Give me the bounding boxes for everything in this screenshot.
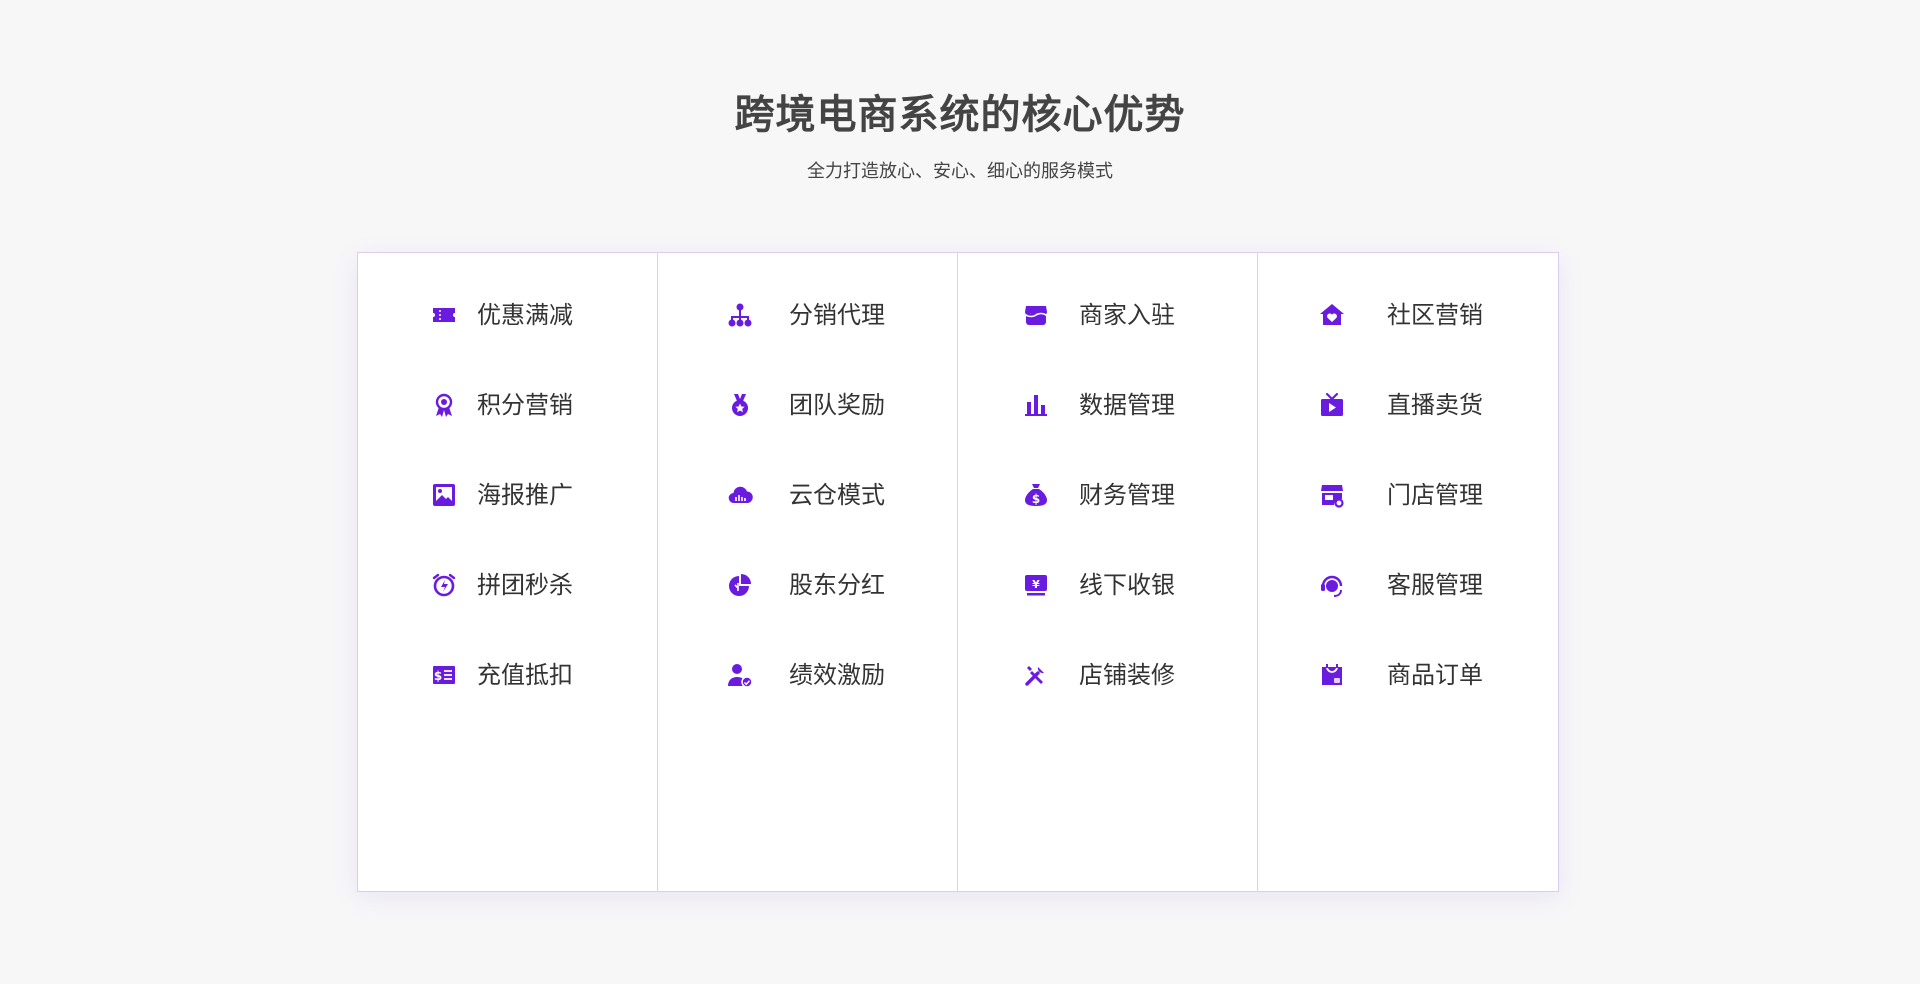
feature-item[interactable]: 社区营销 <box>357 294 1559 334</box>
page: 跨境电商系统的核心优势 全力打造放心、安心、细心的服务模式 优惠满减 积分营销 海报… <box>0 0 1920 984</box>
live-tv-icon <box>1319 392 1345 418</box>
feature-label: 门店管理 <box>1387 481 1483 509</box>
feature-item[interactable]: 商品订单 <box>357 654 1559 694</box>
page-subtitle: 全力打造放心、安心、细心的服务模式 <box>807 161 1113 182</box>
feature-label: 直播卖货 <box>1387 391 1483 419</box>
store-settings-icon <box>1319 482 1345 508</box>
feature-label: 社区营销 <box>1387 301 1483 329</box>
feature-item[interactable]: 直播卖货 <box>357 384 1559 424</box>
shopping-bag-icon <box>1319 662 1345 688</box>
feature-label: 商品订单 <box>1387 661 1483 689</box>
house-heart-icon <box>1319 302 1345 328</box>
feature-item[interactable]: 门店管理 <box>357 474 1559 514</box>
feature-item[interactable]: 客服管理 <box>357 564 1559 604</box>
features-items-layer: 优惠满减 积分营销 海报推广 拼团秒杀 $ 充值抵扣 分销代理 团队奖励 云仓模式 股东分红 绩效激… <box>357 252 1559 892</box>
page-title: 跨境电商系统的核心优势 <box>734 92 1186 138</box>
headset-service-icon <box>1319 572 1345 598</box>
feature-label: 客服管理 <box>1387 571 1483 599</box>
